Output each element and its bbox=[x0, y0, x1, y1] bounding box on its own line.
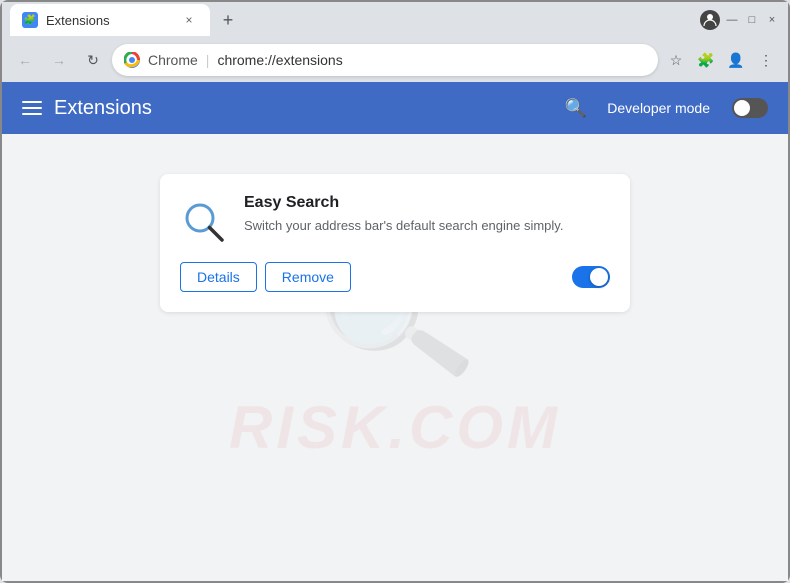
address-bar[interactable]: Chrome | chrome://extensions bbox=[112, 44, 658, 76]
hamburger-menu-button[interactable] bbox=[22, 101, 42, 115]
header-search-icon[interactable]: 🔍 bbox=[565, 98, 587, 119]
chrome-logo-icon bbox=[124, 52, 140, 68]
title-bar-controls: — □ × bbox=[700, 10, 780, 30]
extension-icon bbox=[180, 198, 228, 246]
developer-mode-label: Developer mode bbox=[607, 100, 710, 116]
kebab-menu-icon: ⋮ bbox=[759, 52, 773, 69]
extensions-header-title: Extensions bbox=[54, 97, 553, 120]
browser-tab[interactable]: 🧩 Extensions × bbox=[10, 4, 210, 36]
details-button[interactable]: Details bbox=[180, 262, 257, 292]
profile-dropdown-title[interactable] bbox=[700, 10, 720, 30]
address-divider: | bbox=[206, 52, 210, 68]
back-icon: ← bbox=[18, 52, 32, 68]
extensions-icon: 🧩 bbox=[697, 52, 714, 69]
menu-button[interactable]: ⋮ bbox=[752, 46, 780, 74]
extension-toggle-knob bbox=[590, 268, 608, 286]
forward-button[interactable]: → bbox=[44, 45, 74, 75]
tab-close-button[interactable]: × bbox=[180, 11, 198, 29]
extensions-button[interactable]: 🧩 bbox=[692, 46, 720, 74]
extension-card-bottom: Details Remove bbox=[180, 262, 610, 292]
developer-mode-toggle-knob bbox=[734, 100, 750, 116]
extension-info: Easy Search Switch your address bar's de… bbox=[244, 194, 610, 236]
extension-name: Easy Search bbox=[244, 194, 610, 212]
main-content: 🔍 RISK.COM Easy Search Switch your addre… bbox=[2, 134, 788, 581]
address-url: chrome://extensions bbox=[217, 52, 342, 68]
extensions-header: Extensions 🔍 Developer mode bbox=[2, 82, 788, 134]
minimize-button[interactable]: — bbox=[724, 12, 740, 28]
developer-mode-toggle[interactable] bbox=[732, 98, 768, 118]
tab-title: Extensions bbox=[46, 13, 172, 28]
bookmark-button[interactable]: ☆ bbox=[662, 46, 690, 74]
profile-button[interactable]: 👤 bbox=[722, 46, 750, 74]
extension-description: Switch your address bar's default search… bbox=[244, 216, 610, 236]
chrome-label: Chrome bbox=[148, 52, 198, 68]
extension-toggle[interactable] bbox=[572, 266, 610, 288]
nav-bar: ← → ↻ Chrome | chrome://extensions ☆ 🧩 bbox=[2, 38, 788, 82]
reload-button[interactable]: ↻ bbox=[78, 45, 108, 75]
maximize-button[interactable]: □ bbox=[744, 12, 760, 28]
new-tab-button[interactable]: + bbox=[214, 6, 242, 34]
close-button[interactable]: × bbox=[764, 12, 780, 28]
profile-icon: 👤 bbox=[727, 52, 744, 69]
bookmark-icon: ☆ bbox=[670, 52, 683, 69]
extension-card: Easy Search Switch your address bar's de… bbox=[160, 174, 630, 312]
extension-card-top: Easy Search Switch your address bar's de… bbox=[180, 194, 610, 246]
reload-icon: ↻ bbox=[87, 52, 99, 69]
title-bar: 🧩 Extensions × + — □ × bbox=[2, 2, 788, 38]
watermark-text: RISK.COM bbox=[229, 393, 561, 462]
tab-icon: 🧩 bbox=[22, 12, 38, 28]
back-button[interactable]: ← bbox=[10, 45, 40, 75]
forward-icon: → bbox=[52, 52, 66, 68]
title-bar-left: 🧩 Extensions × + bbox=[10, 4, 700, 36]
remove-button[interactable]: Remove bbox=[265, 262, 351, 292]
nav-icons-right: ☆ 🧩 👤 ⋮ bbox=[662, 46, 780, 74]
